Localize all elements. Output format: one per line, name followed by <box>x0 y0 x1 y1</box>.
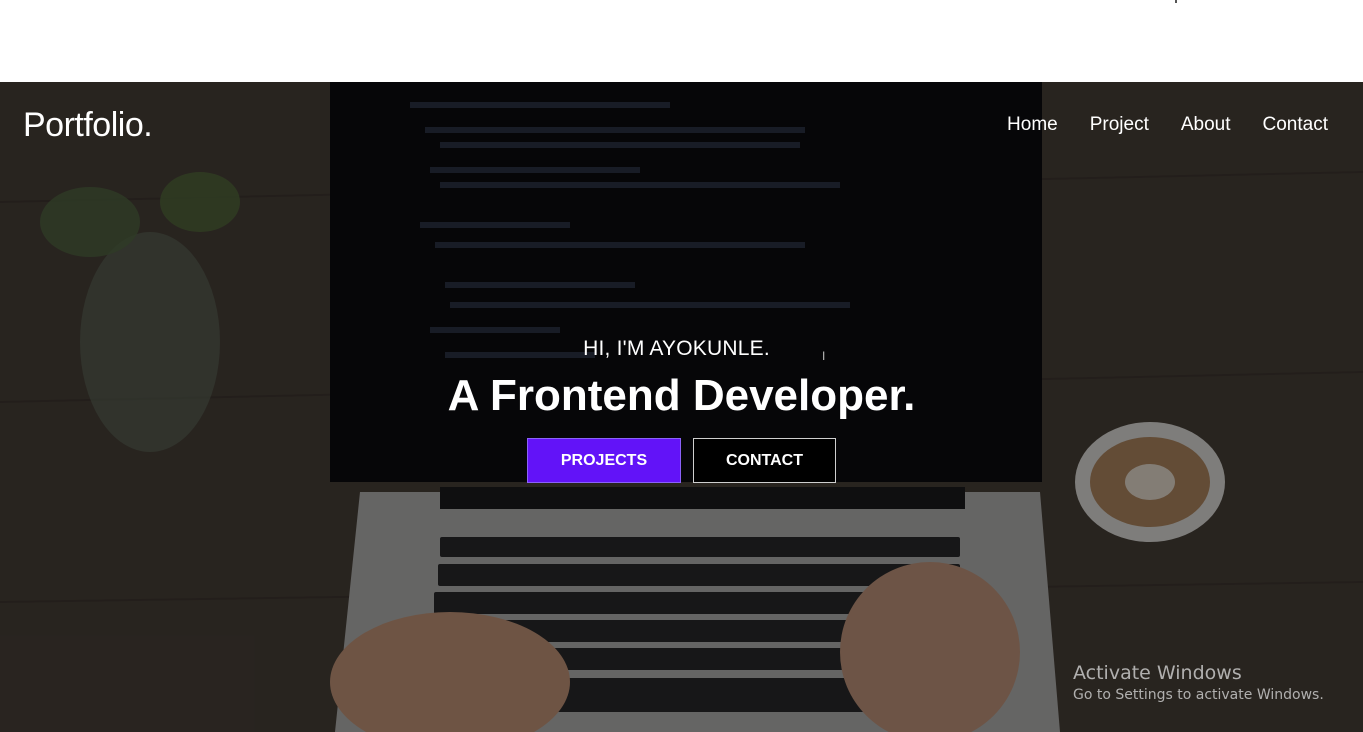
nav-about-link[interactable]: About <box>1181 114 1231 136</box>
watermark-title: Activate Windows <box>1073 662 1242 684</box>
nav-contact-link[interactable]: Contact <box>1263 114 1328 136</box>
projects-button[interactable]: PROJECTS <box>527 438 681 483</box>
site-logo[interactable]: Portfolio. <box>23 106 153 145</box>
nav-project-link[interactable]: Project <box>1090 114 1149 136</box>
contact-button[interactable]: CONTACT <box>693 438 836 483</box>
main-nav: Home Project About Contact <box>1007 114 1328 136</box>
windows-activation-watermark: Activate Windows Go to Settings to activ… <box>1073 662 1324 703</box>
hero-button-row: PROJECTS CONTACT <box>0 438 1363 483</box>
hero-headline: A Frontend Developer. <box>447 371 916 420</box>
hero-greeting: HI, I'M AYOKUNLE. <box>583 337 770 360</box>
watermark-subtitle: Go to Settings to activate Windows. <box>1073 687 1324 703</box>
top-blank-area <box>0 0 1363 82</box>
text-cursor-icon: I <box>822 349 826 363</box>
hero-content: HI, I'M AYOKUNLE. A Frontend Developer. … <box>0 337 1363 483</box>
nav-home-link[interactable]: Home <box>1007 114 1058 136</box>
stray-mark <box>1175 0 1177 3</box>
hero-section: Portfolio. Home Project About Contact HI… <box>0 82 1363 732</box>
